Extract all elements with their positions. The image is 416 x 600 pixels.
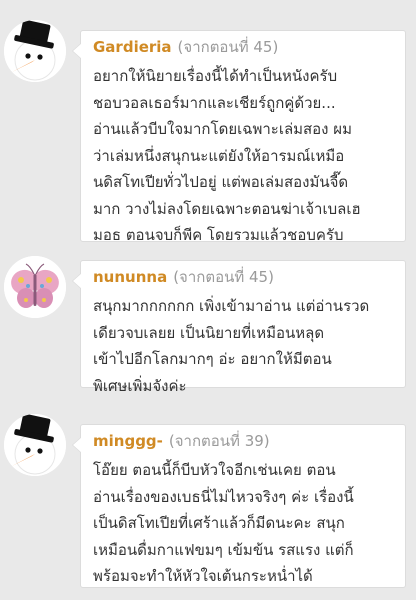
snowman-icon[interactable]	[4, 414, 66, 476]
author-name[interactable]: Gardieria	[93, 38, 172, 56]
author-name[interactable]: nununna	[93, 268, 167, 286]
butterfly-icon[interactable]	[4, 256, 66, 318]
snowman-icon[interactable]	[4, 20, 66, 82]
comment-bubble: Gardieria (จากตอนที่ 45) อยากให้นิยายเรื่…	[72, 30, 406, 244]
comment-header: nununna (จากตอนที่ 45)	[93, 267, 395, 287]
comment-text: อยากให้นิยายเรื่องนี้ได้ทำเป็นหนังครับ ช…	[93, 67, 361, 244]
author-name[interactable]: minggg-	[93, 432, 163, 450]
comment-header: minggg- (จากตอนที่ 39)	[93, 431, 395, 451]
episode-source[interactable]: (จากตอนที่ 39)	[169, 432, 270, 450]
comment-feed: Gardieria (จากตอนที่ 45) อยากให้นิยายเรื่…	[0, 0, 416, 600]
comment-text: โอ๊ยย ตอนนี้ก็บีบหัวใจอีกเช่นเคย ตอน อ่า…	[93, 461, 354, 585]
episode-source[interactable]: (จากตอนที่ 45)	[178, 38, 279, 56]
episode-source[interactable]: (จากตอนที่ 45)	[173, 268, 274, 286]
comment-header: Gardieria (จากตอนที่ 45)	[93, 37, 395, 57]
comment-bubble: minggg- (จากตอนที่ 39) โอ๊ยย ตอนนี้ก็บีบห…	[72, 424, 406, 588]
comment-bubble: nununna (จากตอนที่ 45) สนุกมากกกกกก เพิ่ง…	[72, 260, 406, 395]
comment-text: สนุกมากกกกกก เพิ่งเข้ามาอ่าน แต่อ่านรวด …	[93, 297, 370, 395]
